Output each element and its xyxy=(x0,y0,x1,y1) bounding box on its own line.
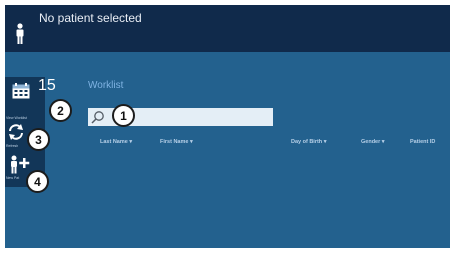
new-patient-icon[interactable] xyxy=(9,155,31,175)
new-patient-label: New Pat xyxy=(6,176,20,180)
column-last-name[interactable]: Last Name ▾ xyxy=(100,139,132,145)
column-patient-id[interactable]: Patient ID xyxy=(410,139,435,145)
patient-icon xyxy=(16,23,24,44)
callout-badge: 1 xyxy=(112,104,135,127)
patient-status-text: No patient selected xyxy=(39,11,142,25)
callout-badge: 4 xyxy=(26,170,49,193)
column-first-name[interactable]: First Name ▾ xyxy=(160,139,193,145)
search-icon xyxy=(91,111,104,124)
patient-header: No patient selected xyxy=(5,5,450,52)
callout-badge: 3 xyxy=(27,128,50,151)
column-gender[interactable]: Gender ▾ xyxy=(361,139,385,145)
column-day-of-birth[interactable]: Day of Birth ▾ xyxy=(291,139,326,145)
callout-badge: 2 xyxy=(49,99,72,122)
table-header: Last Name ▾ First Name ▾ Day of Birth ▾ … xyxy=(5,139,450,151)
app-screen: No patient selected 15 View Worklist Ref… xyxy=(5,5,450,248)
page-title: Worklist xyxy=(88,80,124,91)
calendar-icon[interactable] xyxy=(12,83,30,99)
calendar-day-number: 15 xyxy=(38,77,56,94)
view-worklist-label: View Worklist xyxy=(6,116,27,120)
